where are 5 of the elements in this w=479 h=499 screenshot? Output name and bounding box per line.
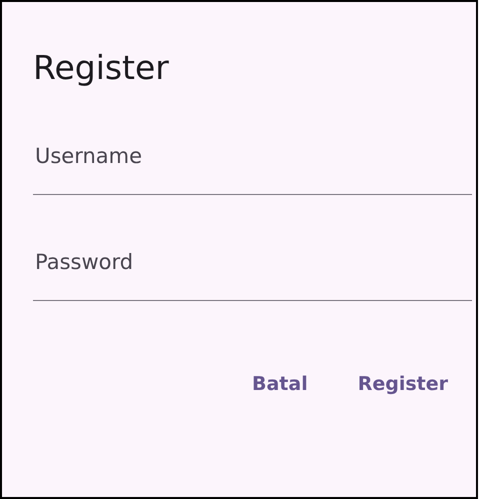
dialog-title: Register: [33, 47, 169, 89]
text-button[interactable]: Batal: [242, 365, 318, 403]
text-button[interactable]: Register: [348, 365, 458, 403]
input-field[interactable]: Password: [33, 241, 472, 301]
input-field[interactable]: Username: [33, 135, 472, 195]
